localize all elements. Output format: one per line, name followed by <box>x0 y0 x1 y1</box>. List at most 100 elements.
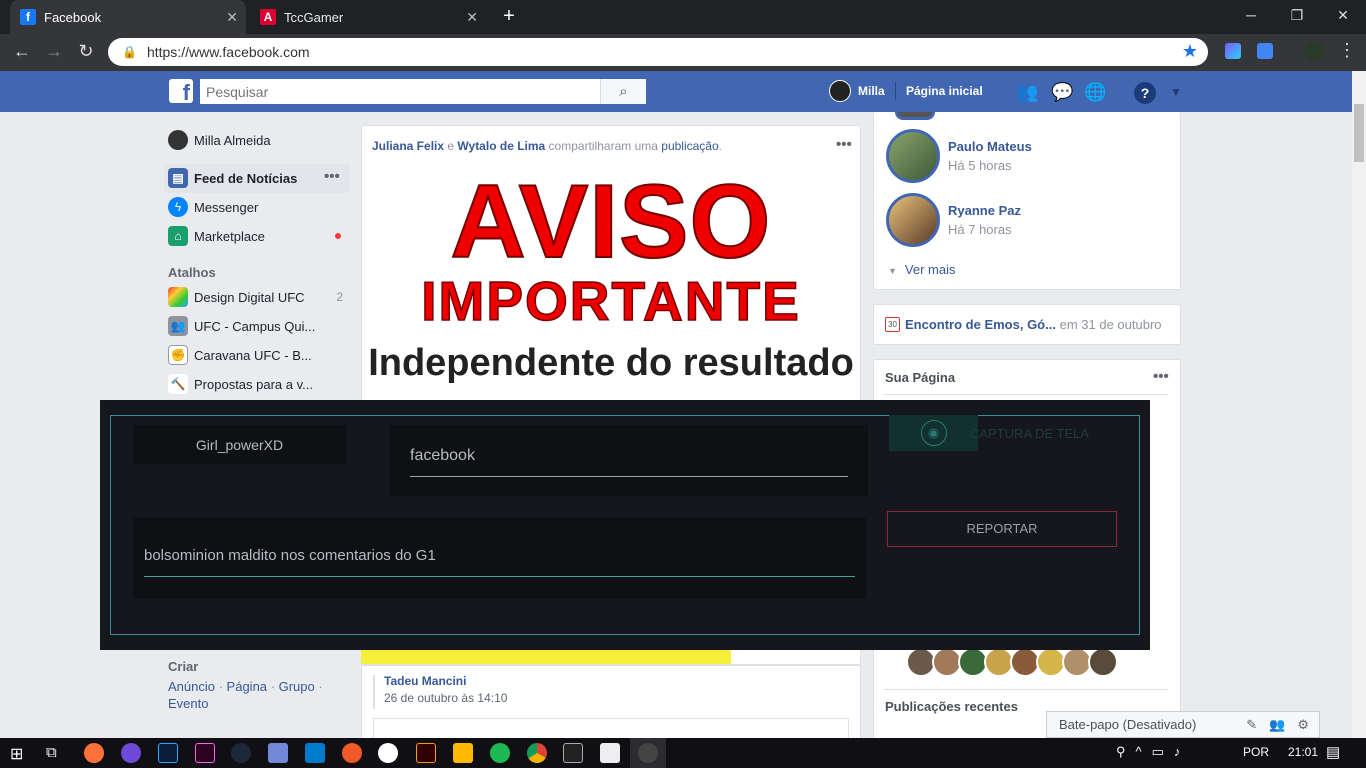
create-group-link[interactable]: Grupo <box>279 679 315 694</box>
group-icon: 👥 <box>168 316 188 336</box>
clock[interactable]: 21:01 <box>1288 745 1318 759</box>
address-bar[interactable]: 🔒 https://www.facebook.com <box>108 38 1208 66</box>
group-chat-icon[interactable]: 👥 <box>1269 717 1285 733</box>
sidebar-item-caravana[interactable]: ✊ Caravana UFC - B... <box>168 343 312 367</box>
scrollbar-thumb[interactable] <box>1354 104 1364 162</box>
story-time: Há 7 horas <box>948 222 1012 237</box>
profile-avatar[interactable] <box>1304 41 1324 61</box>
search-input[interactable] <box>200 79 600 104</box>
steam-icon[interactable] <box>231 743 251 763</box>
minimize-button[interactable]: ─ <box>1228 0 1274 30</box>
xd-icon[interactable] <box>195 743 215 763</box>
new-tab-button[interactable]: + <box>497 6 521 28</box>
close-icon[interactable]: ✕ <box>466 9 478 26</box>
spotify-icon[interactable] <box>490 743 510 763</box>
more-options-icon[interactable]: ••• <box>324 168 340 185</box>
language-indicator[interactable]: POR <box>1243 745 1269 759</box>
notifications-globe-icon[interactable]: 🌐 <box>1084 82 1106 104</box>
url-text: https://www.facebook.com <box>146 44 310 60</box>
chevron-down-icon[interactable]: ▼ <box>1170 85 1182 99</box>
illustrator-icon[interactable] <box>416 743 436 763</box>
sidebar-item-label: UFC - Campus Qui... <box>194 318 316 334</box>
menu-icon[interactable]: ⋮ <box>1338 40 1356 61</box>
system-tray-icons[interactable]: ⚲^▭♪ <box>1116 744 1190 760</box>
search-icon[interactable]: ⌕ <box>600 79 646 104</box>
forward-icon[interactable]: → <box>42 41 66 62</box>
object-link[interactable]: publicação <box>661 139 718 153</box>
avatar[interactable] <box>829 80 851 102</box>
news-feed-icon: ▤ <box>168 168 188 188</box>
story-name: Ryanne Paz <box>948 203 1021 218</box>
sidebar-item-messenger[interactable]: ϟ Messenger <box>168 195 258 219</box>
help-icon[interactable]: ? <box>1134 82 1156 104</box>
translate-icon[interactable] <box>1257 43 1273 59</box>
more-options-icon[interactable]: ••• <box>1153 368 1169 385</box>
tab-facebook[interactable]: f Facebook ✕ <box>10 0 246 34</box>
star-icon[interactable]: ★ <box>1182 41 1198 62</box>
extension-icon[interactable] <box>1225 43 1241 59</box>
sidebar-item-propostas[interactable]: 🔨 Propostas para a v... <box>168 372 313 396</box>
profile-shortcut[interactable]: Milla Almeida <box>168 128 271 152</box>
story-item[interactable]: Paulo Mateus Há 5 horas <box>886 129 1032 183</box>
camera-icon: ◉ <box>920 420 947 446</box>
messenger-icon: ϟ <box>168 197 188 217</box>
vscode-icon[interactable] <box>305 743 325 763</box>
sidebar-item-ufc-campus[interactable]: 👥 UFC - Campus Qui... <box>168 314 315 338</box>
page-scrollbar[interactable] <box>1352 71 1366 738</box>
capture-label[interactable]: CAPTURA DE TELA <box>970 426 1089 441</box>
actor-link[interactable]: Wytalo de Lima <box>457 139 545 153</box>
close-icon[interactable]: ✕ <box>226 9 238 26</box>
profile-link[interactable]: Milla <box>858 84 885 98</box>
create-page-link[interactable]: Página <box>227 679 267 694</box>
xbox-icon[interactable] <box>378 743 398 763</box>
tab-title: TccGamer <box>284 9 344 25</box>
firefox-icon[interactable] <box>84 743 104 763</box>
story-name: Paulo Mateus <box>948 139 1032 154</box>
compose-icon[interactable]: ✎ <box>1246 717 1257 733</box>
back-icon[interactable]: ← <box>10 41 34 62</box>
notifications-icon[interactable]: ▤ <box>1326 743 1340 761</box>
comment-field-value: bolsominion maldito nos comentarios do G… <box>144 547 436 564</box>
sidebar-item-marketplace[interactable]: ⌂ Marketplace <box>168 224 265 248</box>
create-ad-link[interactable]: Anúncio <box>168 679 215 694</box>
facebook-logo[interactable]: f <box>169 79 193 103</box>
sidebar-item-news-feed[interactable]: ▤ Feed de Notícias <box>168 166 297 190</box>
create-event-link[interactable]: Evento <box>168 696 208 711</box>
post-options-icon[interactable]: ••• <box>836 136 852 153</box>
settings-icon[interactable] <box>638 743 658 763</box>
sidebar-item-design-digital[interactable]: Design Digital UFC 2 <box>168 285 343 309</box>
actor-link[interactable]: Juliana Felix <box>372 139 444 153</box>
divider <box>884 689 1168 690</box>
chrome-icon[interactable] <box>527 743 547 763</box>
story-avatar <box>895 112 935 120</box>
terminal-icon[interactable] <box>563 743 583 763</box>
messenger-icon[interactable]: 💬 <box>1051 82 1073 104</box>
event-title: Encontro de Emos, Gó... <box>905 317 1056 332</box>
username-display: Girl_powerXD <box>133 425 346 464</box>
close-window-button[interactable]: ✕ <box>1320 0 1366 30</box>
windows-start-icon[interactable]: ⊞ <box>10 744 23 764</box>
origin-icon[interactable] <box>342 743 362 763</box>
gear-icon[interactable]: ⚙ <box>1297 717 1309 733</box>
event-item[interactable]: Encontro de Emos, Gó... em 31 de outubro <box>905 317 1162 332</box>
story-item[interactable]: Ryanne Paz Há 7 horas <box>886 193 1021 247</box>
report-button[interactable]: REPORTAR <box>887 511 1117 547</box>
app-icon[interactable] <box>121 743 141 763</box>
file-explorer-icon[interactable] <box>453 743 473 763</box>
discord-icon[interactable] <box>268 743 288 763</box>
task-view-icon[interactable]: ⧉ <box>46 744 57 761</box>
reload-icon[interactable]: ↻ <box>74 41 98 62</box>
sidebar-item-label: Messenger <box>194 199 259 215</box>
home-link[interactable]: Página inicial <box>906 84 983 98</box>
comment-author[interactable]: Tadeu Mancini <box>384 674 466 688</box>
photos-icon[interactable] <box>600 743 620 763</box>
chat-bar[interactable]: Bate-papo (Desativado) ✎ 👥 ⚙ <box>1046 711 1320 738</box>
friend-requests-icon[interactable]: 👥 <box>1016 82 1038 104</box>
comment-time: 26 de outubro às 14:10 <box>384 691 508 705</box>
capture-button[interactable]: ◉ <box>889 415 978 451</box>
post-image[interactable]: AVISO IMPORTANTE Independente do resulta… <box>363 165 859 405</box>
maximize-button[interactable]: ❐ <box>1274 0 1320 30</box>
tab-tccgamer[interactable]: A TccGamer ✕ <box>250 0 486 34</box>
photoshop-icon[interactable] <box>158 743 178 763</box>
see-more-link[interactable]: ▼ Ver mais <box>888 262 956 277</box>
